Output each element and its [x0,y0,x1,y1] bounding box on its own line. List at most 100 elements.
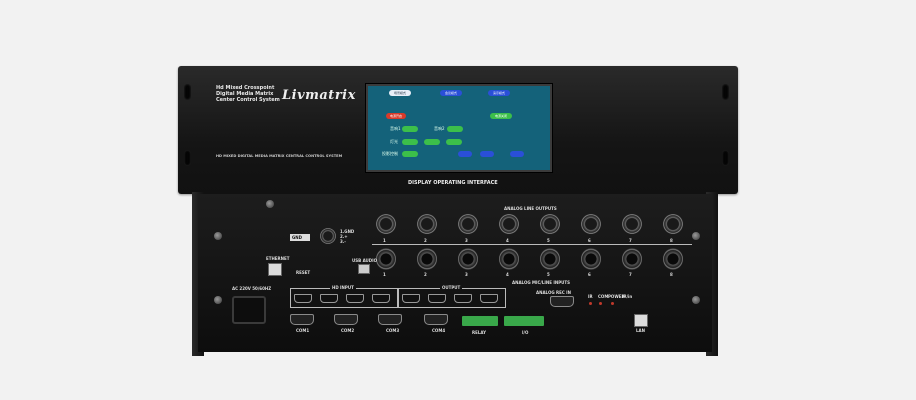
lan-port[interactable] [634,314,648,327]
hdmi-input-1[interactable] [294,294,312,303]
com2-port[interactable] [334,314,358,325]
port-number: 4 [506,272,509,277]
projector-button-2[interactable] [480,151,494,157]
combo-input-8[interactable] [663,248,683,270]
hdmi-output-4[interactable] [480,294,498,303]
combo-input-2[interactable] [417,248,437,270]
screw [214,296,222,304]
rack-slot [184,150,191,166]
projector-button-3[interactable] [510,151,524,157]
port-number: 7 [629,272,632,277]
tab-meeting[interactable]: 会议模式 [440,90,462,96]
brand-logo: Livmatrix [282,88,356,103]
display-caption: DISPLAY OPERATING INTERFACE [408,180,498,186]
com4-port[interactable] [424,314,448,325]
com1-label: COM1 [296,328,310,333]
light-toggle-2[interactable] [424,139,440,145]
projector-label: 投影控制 [382,151,398,156]
power-label: AC 220V 50/60HZ [232,286,272,291]
usb-label: USB AUDIO [352,258,377,263]
hdmi-input-3[interactable] [346,294,364,303]
reset-label: RESET [296,270,311,275]
divider-line [372,244,692,245]
hdmi-input-2[interactable] [320,294,338,303]
model-line: Center Control System [216,97,280,103]
projector-toggle[interactable] [402,151,418,157]
inputs-label: ANALOG MIC/LINE INPUTS [512,280,571,285]
com4-label: COM4 [432,328,446,333]
com-label: COM [598,294,609,299]
xlr-output-6[interactable] [581,214,601,234]
combo-input-4[interactable] [499,248,519,270]
port-number: 1 [383,238,386,243]
speaker1-label: 音响1 [390,126,401,131]
touch-screen[interactable]: 场景模式 会议模式 演示模式 电源开启 电源关闭 音响1 音响2 灯光 投影控制 [366,84,552,172]
gnd-label: GND [292,235,302,240]
relay-terminal[interactable] [462,316,498,326]
tab-scene[interactable]: 场景模式 [389,90,411,96]
rack-slot [184,84,191,100]
light-toggle-3[interactable] [446,139,462,145]
projector-button-1[interactable] [458,151,472,157]
analog-rec-port[interactable] [550,296,574,307]
light-label: 灯光 [390,139,398,144]
screw [692,296,700,304]
ethernet-label: ETHERNET [266,256,290,261]
power-off-button[interactable]: 电源关闭 [490,113,512,119]
xlr-output-7[interactable] [622,214,642,234]
port-number: 6 [588,238,591,243]
speaker2-toggle[interactable] [447,126,463,132]
port-number: 2 [424,272,427,277]
port-number: 3 [465,238,468,243]
xlr-output-2[interactable] [417,214,437,234]
xlr-output-4[interactable] [499,214,519,234]
xlr-output-1[interactable] [376,214,396,234]
hdmi-output-3[interactable] [454,294,472,303]
ir-in-label: IR/in [622,294,633,299]
speaker2-label: 音响2 [434,126,445,131]
combo-input-6[interactable] [581,248,601,270]
hd-input-label: HD INPUT [330,285,356,290]
xlr-output-5[interactable] [540,214,560,234]
com1-port[interactable] [290,314,314,325]
combo-input-7[interactable] [622,248,642,270]
com2-label: COM2 [341,328,355,333]
power-on-button[interactable]: 电源开启 [386,113,406,119]
com3-port[interactable] [378,314,402,325]
io-terminal[interactable] [504,316,544,326]
port-number: 8 [670,238,673,243]
combo-input-5[interactable] [540,248,560,270]
gnd-xlr[interactable] [320,228,336,244]
hdmi-output-1[interactable] [402,294,420,303]
analog-rec-label: ANALOG REC IN [536,290,571,295]
output-label: OUTPUT [440,285,463,290]
port-number: 3 [465,272,468,277]
xlr-output-3[interactable] [458,214,478,234]
relay-label: RELAY [472,330,486,335]
status-led [611,302,614,305]
port-number: 6 [588,272,591,277]
model-name: Hd Mixed Crosspoint Digital Media Matrix… [216,85,280,103]
hdmi-output-2[interactable] [428,294,446,303]
port-number: 2 [424,238,427,243]
port-number: 1 [383,272,386,277]
status-led [599,302,602,305]
tab-demo[interactable]: 演示模式 [488,90,510,96]
ethernet-port[interactable] [268,263,282,276]
io-label: I/O [522,330,529,335]
combo-input-1[interactable] [376,248,396,270]
rack-slot [722,84,729,100]
light-toggle-1[interactable] [402,139,418,145]
speaker1-toggle[interactable] [402,126,418,132]
rack-slot [722,150,729,166]
xlr-output-8[interactable] [663,214,683,234]
com3-label: COM3 [386,328,400,333]
port-number: 5 [547,272,550,277]
power-socket[interactable] [232,296,266,324]
hdmi-input-4[interactable] [372,294,390,303]
gnd-pin-label: 3.- [340,239,346,244]
screw [692,232,700,240]
combo-input-3[interactable] [458,248,478,270]
port-number: 8 [670,272,673,277]
usb-port[interactable] [358,264,370,274]
